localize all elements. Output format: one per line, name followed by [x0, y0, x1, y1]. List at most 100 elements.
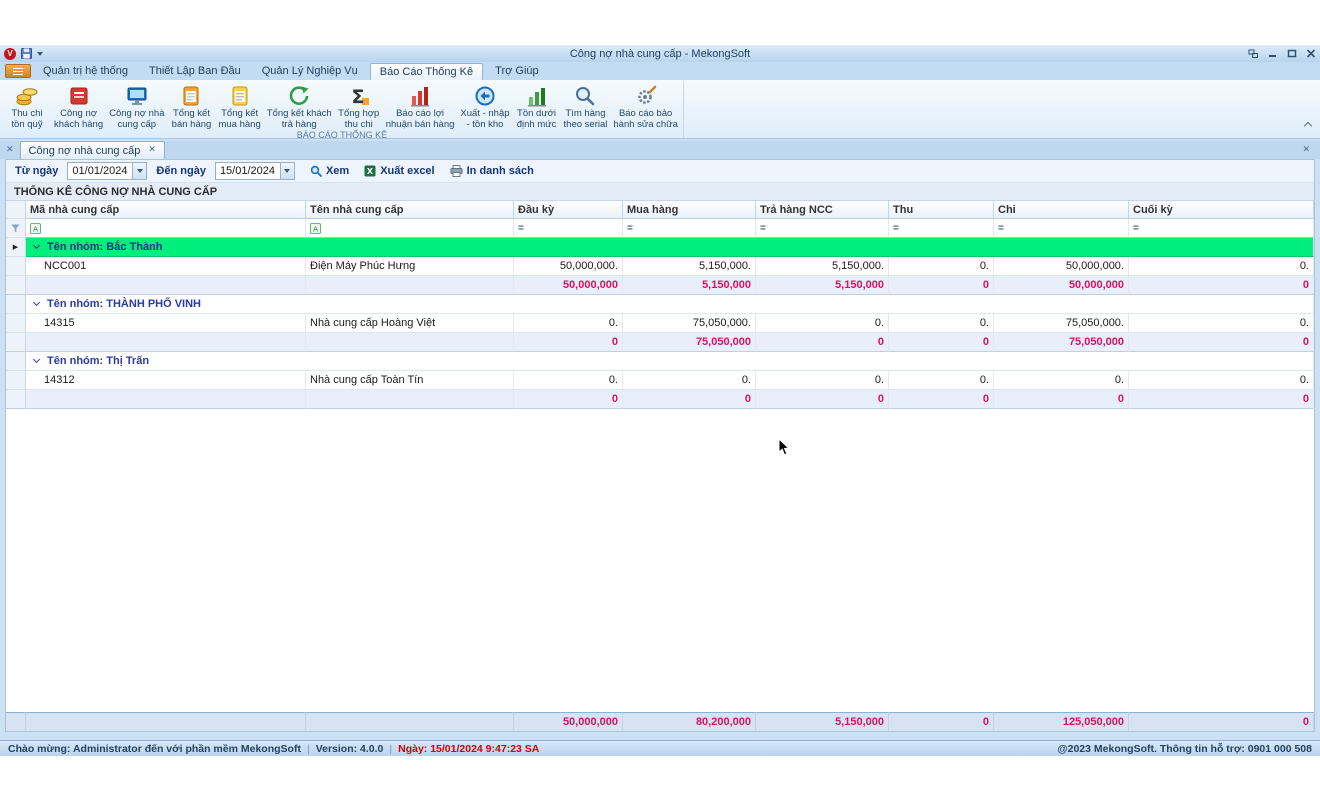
close-tab-right-icon[interactable]: ✕	[1302, 146, 1310, 155]
ribbon-item-tong-ket-ban-hang[interactable]: Tổng kếtbán hàng	[167, 81, 215, 130]
ribbon-group-bao-cao: Thu chitồn quỹ Công nợkhách hàng Công nợ…	[3, 81, 684, 138]
ribbon-item-tim-hang-theo-serial[interactable]: Tìm hàngtheo serial	[561, 81, 611, 130]
ribbon-item-tong-ket-mua-hang[interactable]: Tổng kếtmua hàng	[215, 81, 263, 130]
view-button[interactable]: Xem	[310, 165, 349, 177]
data-row-14312[interactable]: 14312 Nhà cung cấp Toàn Tín 0. 0. 0. 0. …	[6, 371, 1314, 390]
ribbon-item-tong-ket-khach-tra-hang[interactable]: Tổng kết kháchtrả hàng	[264, 81, 335, 130]
subtotal-row-thi-tran: 0 0 0 0 0 0	[6, 390, 1314, 409]
subtotal-row-thanh-pho-vinh: 0 75,050,000 0 0 75,050,000 0	[6, 333, 1314, 352]
tab-quan-ly-nghiep-vu[interactable]: Quản Lý Nghiệp Vụ	[253, 63, 367, 80]
data-row-ncc001[interactable]: NCC001 Điện Máy Phúc Hưng 50,000,000. 5,…	[6, 257, 1314, 276]
close-tab-icon[interactable]: ✕	[148, 146, 156, 155]
warranty-repair-icon	[634, 82, 658, 109]
quick-access-dropdown-icon[interactable]	[37, 52, 43, 56]
svg-text:A: A	[313, 224, 318, 233]
menu-lines-icon	[13, 68, 23, 75]
customize-window-icon[interactable]	[1248, 49, 1259, 59]
export-excel-button[interactable]: X Xuất excel	[364, 165, 434, 177]
filter-cell-ten[interactable]: A	[306, 219, 514, 238]
current-row-arrow-icon: ▶	[13, 243, 18, 251]
tab-bao-cao-thong-ke[interactable]: Báo Cáo Thống Kê	[370, 63, 483, 80]
from-date-label: Từ ngày	[15, 165, 58, 177]
filter-cell-mua-hang[interactable]: =	[623, 219, 756, 238]
to-date-input[interactable]: 15/01/2024	[215, 162, 295, 180]
document-tab-cong-no-ncc[interactable]: Công nợ nhà cung cấp ✕	[20, 141, 165, 159]
grid-empty-area	[6, 409, 1314, 712]
application-menu-button[interactable]	[5, 64, 31, 78]
supplier-debt-icon	[125, 82, 149, 109]
column-header-thu[interactable]: Thu	[889, 201, 994, 219]
column-header-dau-ky[interactable]: Đầu kỳ	[514, 201, 623, 219]
filter-cell-thu[interactable]: =	[889, 219, 994, 238]
filter-cell-tra-hang-ncc[interactable]: =	[756, 219, 889, 238]
column-header-chi[interactable]: Chi	[994, 201, 1129, 219]
supplier-name: Nhà cung cấp Hoàng Việt	[306, 314, 514, 333]
filter-cell-cuoi-ky[interactable]: =	[1129, 219, 1314, 238]
ribbon-item-thu-chi-ton-quy[interactable]: Thu chitồn quỹ	[3, 81, 51, 130]
ribbon-item-cong-no-nha-cung-cap[interactable]: Công nợ nhàcung cấp	[106, 81, 167, 130]
group-row-thi-tran[interactable]: Tên nhóm: Thị Trấn	[6, 352, 1314, 371]
collapse-chevron-icon[interactable]	[33, 242, 40, 249]
ribbon-item-bao-cao-loi-nhuan[interactable]: Báo cáo lợinhuận bán hàng	[383, 81, 458, 130]
text-filter-icon: A	[30, 223, 41, 234]
data-row-14315[interactable]: 14315 Nhà cung cấp Hoàng Việt 0. 75,050,…	[6, 314, 1314, 333]
grand-total-row: 50,000,000 80,200,000 5,150,000 0 125,05…	[6, 712, 1314, 731]
subtotal-row-bac-thanh: 50,000,000 5,150,000 5,150,000 0 50,000,…	[6, 276, 1314, 295]
collapse-chevron-icon[interactable]	[33, 299, 40, 306]
filter-cell-ma[interactable]: A	[26, 219, 306, 238]
minimize-icon[interactable]	[1268, 49, 1278, 58]
column-header-ten-nha-cung-cap[interactable]: Tên nhà cung cấp	[306, 201, 514, 219]
ribbon-item-tong-hop-thu-chi[interactable]: Σ Tổng hợpthu chi	[335, 81, 383, 130]
ribbon-item-bao-cao-bao-hanh[interactable]: Báo cáo bảohành sửa chữa	[610, 81, 680, 130]
group-row-bac-thanh[interactable]: ▶ Tên nhóm: Bắc Thành	[6, 238, 1314, 257]
collapse-ribbon-icon[interactable]	[1305, 116, 1311, 134]
column-header-mua-hang[interactable]: Mua hàng	[623, 201, 756, 219]
tab-thiet-lap-ban-dau[interactable]: Thiết Lập Ban Đầu	[140, 63, 250, 80]
to-date-dropdown-button[interactable]	[280, 163, 294, 179]
ribbon-item-xuat-nhap-ton-kho[interactable]: Xuất - nhập- tồn kho	[457, 81, 512, 130]
column-header-ma-nha-cung-cap[interactable]: Mã nhà cung cấp	[26, 201, 306, 219]
app-logo-icon[interactable]: V	[4, 48, 16, 60]
row-indicator: ▶	[6, 238, 26, 257]
filter-cell-chi[interactable]: =	[994, 219, 1129, 238]
excel-icon: X	[364, 165, 376, 177]
coins-icon	[15, 82, 39, 109]
printer-icon	[450, 165, 463, 177]
from-date-dropdown-button[interactable]	[132, 163, 146, 179]
search-icon	[310, 165, 322, 177]
mouse-cursor	[778, 438, 791, 462]
tab-tro-giup[interactable]: Trợ Giúp	[486, 63, 547, 80]
group-row-thanh-pho-vinh[interactable]: Tên nhóm: THÀNH PHỐ VINH	[6, 295, 1314, 314]
filter-funnel-icon[interactable]	[6, 219, 26, 238]
print-list-button[interactable]: In danh sách	[450, 165, 534, 177]
ribbon-tab-bar: Quản trị hệ thống Thiết Lập Ban Đầu Quản…	[0, 62, 1320, 80]
maximize-icon[interactable]	[1287, 49, 1297, 58]
status-bar: Chào mừng: Administrator đến với phần mề…	[0, 740, 1320, 756]
status-date-text: Ngày: 15/01/2024 9:47:23 SA	[398, 743, 539, 755]
screenshot-stage: V Công nợ nhà cung cấp - MekongSoft	[0, 0, 1320, 800]
profit-chart-icon	[408, 82, 432, 109]
column-header-tra-hang-ncc[interactable]: Trả hàng NCC	[756, 201, 889, 219]
from-date-input[interactable]: 01/01/2024	[67, 162, 147, 180]
inventory-cycle-icon	[473, 82, 497, 109]
ribbon-item-ton-duoi-dinh-muc[interactable]: Tồn dướiđịnh mức	[513, 81, 561, 130]
tab-quan-tri-he-thong[interactable]: Quản trị hệ thống	[34, 63, 137, 80]
welcome-text: Chào mừng: Administrator đến với phần mề…	[8, 743, 301, 755]
equals-filter-icon: =	[518, 223, 524, 234]
collapse-chevron-icon[interactable]	[33, 356, 40, 363]
window-title: Công nợ nhà cung cấp - MekongSoft	[0, 48, 1320, 60]
supplier-name: Điện Máy Phúc Hưng	[306, 257, 514, 276]
close-icon[interactable]	[1306, 49, 1316, 58]
supplier-code: 14315	[26, 314, 306, 333]
supplier-name: Nhà cung cấp Toàn Tín	[306, 371, 514, 390]
ribbon: Thu chitồn quỹ Công nợkhách hàng Công nợ…	[0, 80, 1320, 139]
save-icon[interactable]	[21, 48, 32, 59]
text-filter-icon: A	[310, 223, 321, 234]
close-document-icon[interactable]: ✕	[6, 146, 14, 155]
filter-cell-dau-ky[interactable]: =	[514, 219, 623, 238]
customer-returns-icon	[287, 82, 311, 109]
column-header-cuoi-ky[interactable]: Cuối kỳ	[1129, 201, 1314, 219]
svg-text:Σ: Σ	[351, 86, 364, 108]
version-text: Version: 4.0.0	[316, 743, 384, 755]
ribbon-item-cong-no-khach-hang[interactable]: Công nợkhách hàng	[51, 81, 106, 130]
